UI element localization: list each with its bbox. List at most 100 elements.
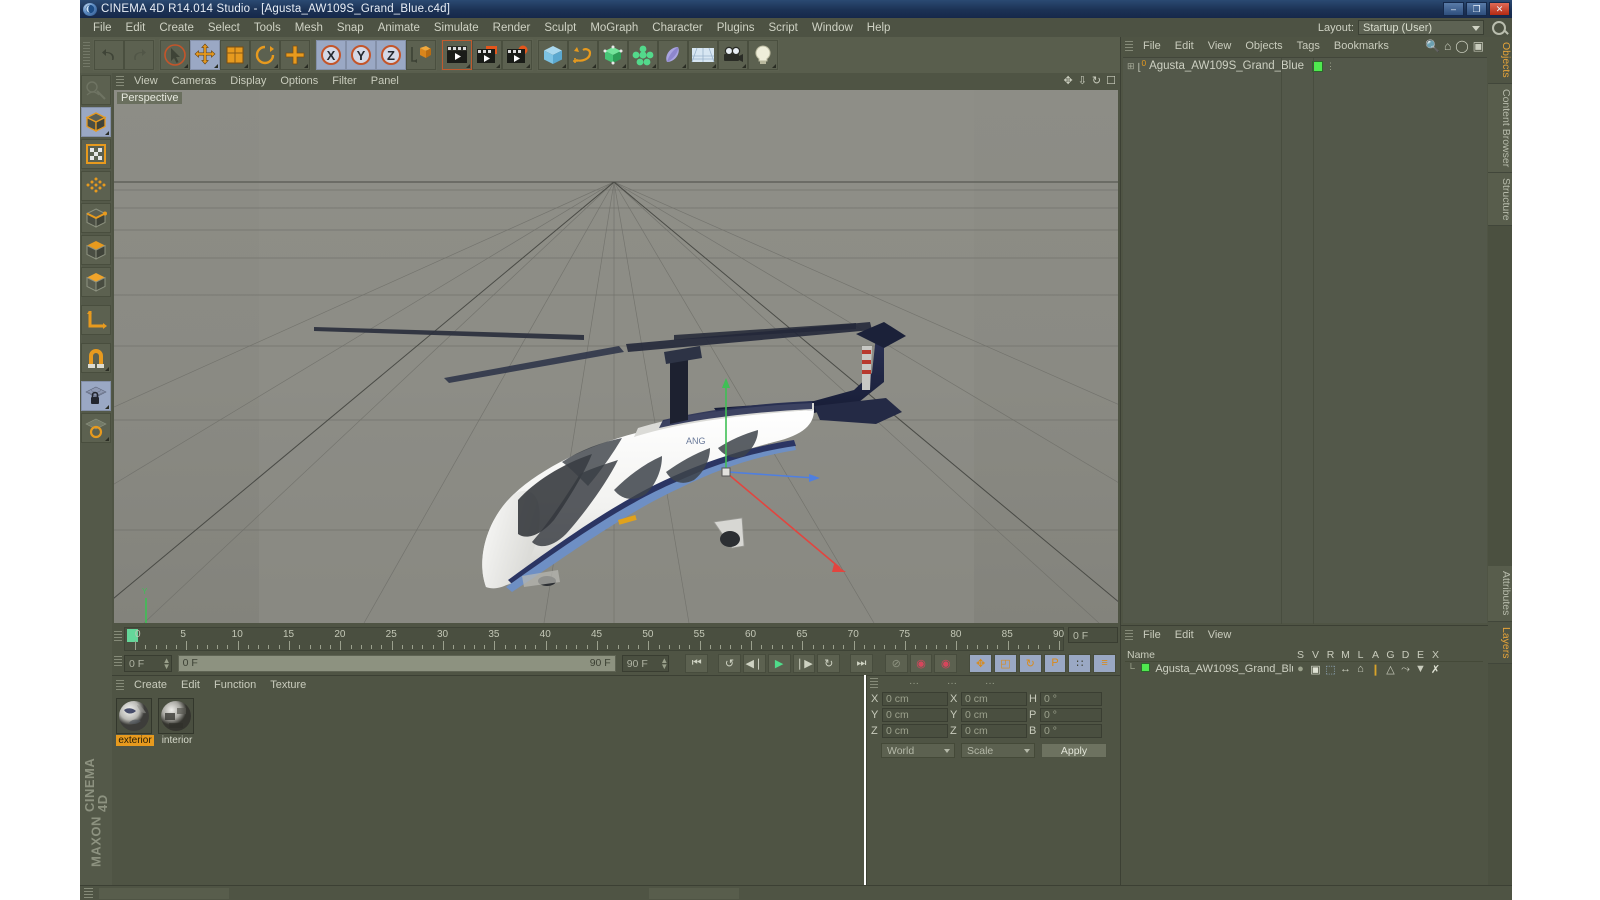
timeline-range-bar[interactable]: 0 F 90 F [177,654,616,672]
menu-window[interactable]: Window [805,21,860,35]
home-icon[interactable]: ⌂ [1444,39,1451,53]
mm-menu-function[interactable]: Function [207,679,263,691]
object-manager-tree[interactable]: ⊞ ⌊0 Agusta_AW109S_Grand_Blue ⋮ [1123,57,1487,624]
layer-cell-m[interactable]: ↔ [1338,663,1353,675]
maximize-button[interactable]: ❐ [1466,2,1487,16]
tab-attributes[interactable]: Attributes [1488,566,1512,622]
coordinate-manager-grip-icon[interactable] [870,678,878,689]
spinner-icon[interactable]: ▲ ▼ [660,656,668,670]
x-axis-lock[interactable]: X [316,40,346,70]
tab-layers[interactable]: Layers [1488,621,1512,665]
menu-mograph[interactable]: MoGraph [583,21,645,35]
world-object-coordinates[interactable] [406,40,436,70]
workplane-button[interactable] [81,413,111,443]
om-menu-bookmarks[interactable]: Bookmarks [1327,40,1396,52]
mm-menu-texture[interactable]: Texture [263,679,313,691]
menu-character[interactable]: Character [645,21,710,35]
close-button[interactable]: ✕ [1489,2,1510,16]
coordinate-system-select[interactable]: World [881,743,955,758]
go-to-end-button[interactable]: ⏭ [850,653,873,673]
render-view-button[interactable] [442,40,472,70]
viewport-menu-view[interactable]: View [127,75,165,87]
cm-input-rot-b[interactable]: 0 ° [1040,724,1102,738]
workplane-lock-button[interactable] [81,381,111,411]
status-bar-grip-icon[interactable] [84,888,93,898]
layer-col-m[interactable]: M [1338,649,1353,661]
menu-select[interactable]: Select [201,21,247,35]
rotate-view-icon[interactable]: ↻ [1092,74,1101,87]
cm-input-pos-y[interactable]: 0 cm [882,708,948,722]
material-preview-interior[interactable] [158,698,194,734]
play-backwards-frame-button[interactable]: ↺ [718,653,741,673]
mm-menu-edit[interactable]: Edit [174,679,207,691]
z-axis-lock[interactable]: Z [376,40,406,70]
position-key-button[interactable]: ✥ [969,653,992,673]
scale-view-icon[interactable]: ⇩ [1078,74,1087,87]
scale-tool[interactable] [220,40,250,70]
viewport-menu-cameras[interactable]: Cameras [165,75,224,87]
layer-color-swatch[interactable] [1140,663,1150,672]
menu-sculpt[interactable]: Sculpt [537,21,583,35]
cm-input-pos-x[interactable]: 0 cm [882,692,948,706]
timeline-controls-grip-icon[interactable] [114,656,122,667]
om-menu-objects[interactable]: Objects [1238,40,1289,52]
object-tag-dots[interactable]: ⋮ [1326,61,1335,72]
menu-edit[interactable]: Edit [119,21,153,35]
layer-col-s[interactable]: S [1293,649,1308,661]
render-settings-button[interactable] [502,40,532,70]
edges-mode-button-2[interactable] [81,235,111,265]
layer-name[interactable]: Agusta_AW109S_Grand_Blue [1155,663,1293,675]
material-name-exterior[interactable]: exterior [116,735,154,746]
texture-mode-button[interactable] [81,139,111,169]
enable-snapping-button[interactable] [81,343,111,373]
viewport-menu-filter[interactable]: Filter [325,75,363,87]
cm-input-size-y[interactable]: 0 cm [961,708,1027,722]
y-axis-lock[interactable]: Y [346,40,376,70]
nurbs-generator-button[interactable] [598,40,628,70]
timeline-grip-icon[interactable] [114,631,122,642]
tab-structure[interactable]: Structure [1488,172,1512,227]
material-item-exterior[interactable]: exterior [116,698,154,746]
normal-move-button[interactable] [81,305,111,335]
model-mode-button[interactable] [81,107,111,137]
layer-cell-a[interactable]: ❙ [1368,663,1383,676]
keyframe-selection-button[interactable]: ◉ [934,653,958,673]
viewport-menu-options[interactable]: Options [273,75,325,87]
layer-cell-x[interactable]: ✗ [1428,663,1443,676]
play-button[interactable]: ▶ [767,653,791,673]
rotation-key-button[interactable]: ↻ [1018,653,1042,673]
points-mode-button[interactable] [81,171,111,201]
add-tool[interactable] [280,40,310,70]
viewport-menu-grip-icon[interactable] [116,75,124,87]
viewport-menu-display[interactable]: Display [223,75,273,87]
layout-select[interactable]: Startup (User) [1358,20,1484,35]
menu-file[interactable]: File [86,21,119,35]
timeline-ruler[interactable]: 0 5 10 15 20 25 30 35 40 45 50 55 60 65 70 75 80 85 90 [124,627,1064,651]
material-preview-exterior[interactable] [116,698,152,734]
layer-table-row[interactable]: └ Agusta_AW109S_Grand_Blue ● ▣ ⬚ ↔ ⌂ ❙ △… [1125,662,1483,676]
menu-create[interactable]: Create [152,21,201,35]
toolbar-grip[interactable] [83,42,90,68]
layer-cell-v[interactable]: ▣ [1308,663,1323,676]
record-active-objects-button[interactable]: ◉ [909,653,933,673]
live-selection-tool[interactable] [160,40,190,70]
rotate-tool[interactable] [250,40,280,70]
menu-help[interactable]: Help [860,21,898,35]
current-frame-field[interactable]: 0 F [1068,627,1118,643]
mm-menu-create[interactable]: Create [127,679,174,691]
layer-cell-s[interactable]: ● [1293,663,1308,675]
cm-input-rot-h[interactable]: 0 ° [1040,692,1102,706]
search-icon[interactable]: 🔍 [1425,39,1440,53]
move-tool[interactable] [190,40,220,70]
cm-input-size-x[interactable]: 0 cm [961,692,1027,706]
timeline-start-field[interactable]: 0 F ▲ ▼ [124,654,172,672]
layer-cell-e[interactable]: ▼ [1413,663,1428,675]
make-editable-button[interactable] [81,75,111,105]
light-button[interactable] [748,40,778,70]
ellipse-icon[interactable]: ◯ [1455,39,1468,53]
layer-col-e[interactable]: E [1413,649,1428,661]
coordinate-mode-select[interactable]: Scale [961,743,1035,758]
om-menu-edit[interactable]: Edit [1168,40,1201,52]
menu-script[interactable]: Script [761,21,804,35]
menu-render[interactable]: Render [486,21,538,35]
